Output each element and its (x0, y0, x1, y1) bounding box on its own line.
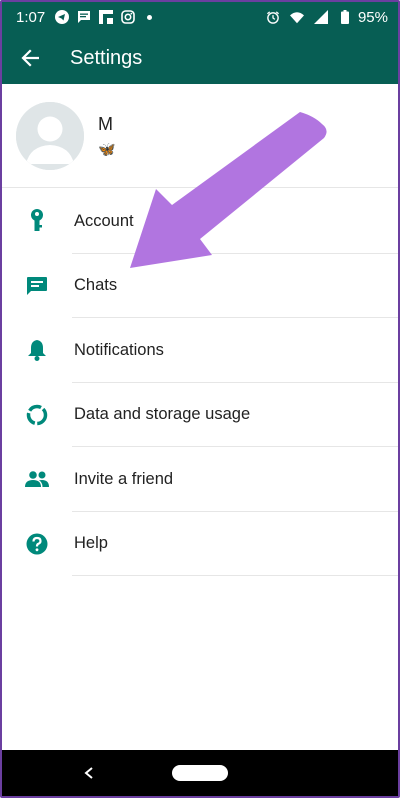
menu-item-invite[interactable]: Invite a friend (2, 447, 398, 512)
menu-label: Invite a friend (74, 469, 174, 488)
profile-info: M 🦋 (98, 114, 115, 158)
default-avatar-icon (16, 101, 84, 170)
arrow-back-icon (21, 49, 39, 67)
navigation-bar (2, 750, 398, 796)
wifi-icon (289, 10, 304, 24)
profile-row[interactable]: M 🦋 (2, 84, 398, 188)
divider (72, 575, 398, 576)
dot-icon (147, 14, 153, 20)
instagram-icon (121, 10, 136, 24)
message-icon (77, 10, 91, 24)
nav-home-button[interactable] (172, 765, 228, 781)
chevron-left-icon (84, 767, 93, 779)
page-title: Settings (70, 46, 143, 69)
status-bar: 1:07 95% (2, 2, 398, 32)
status-right: 95% (266, 9, 388, 26)
battery-percent: 95% (357, 8, 388, 26)
menu-item-notifications[interactable]: Notifications (2, 318, 398, 383)
people-icon (2, 471, 74, 488)
flipboard-icon (99, 10, 114, 24)
data-usage-icon (2, 404, 74, 426)
telegram-icon (55, 10, 70, 24)
app-bar: Settings (2, 32, 398, 84)
menu-item-data-storage[interactable]: Data and storage usage (2, 383, 398, 447)
key-icon (2, 209, 74, 233)
menu-label: Chats (74, 276, 118, 295)
menu-item-help[interactable]: Help (2, 512, 398, 576)
settings-menu: Account Chats Notifications Data and sto… (2, 189, 398, 576)
status-time: 1:07 (16, 8, 46, 26)
nav-back-button[interactable] (78, 762, 100, 784)
chat-icon (2, 276, 74, 295)
menu-label: Notifications (74, 340, 164, 359)
signal-icon (313, 10, 328, 24)
menu-label: Data and storage usage (74, 405, 251, 424)
profile-name: M (98, 114, 113, 134)
bell-icon (2, 339, 74, 362)
menu-item-chats[interactable]: Chats (2, 254, 398, 318)
profile-status: 🦋 (98, 141, 116, 157)
help-icon (2, 533, 74, 555)
back-button[interactable] (2, 32, 58, 84)
alarm-icon (266, 10, 280, 24)
menu-item-account[interactable]: Account (2, 189, 398, 254)
phone-screen: 1:07 95% Settings M 🦋 Account Chats Noti… (0, 0, 400, 798)
battery-icon (338, 10, 352, 24)
menu-label: Help (74, 534, 108, 553)
avatar[interactable] (16, 101, 84, 170)
menu-label: Account (74, 211, 134, 230)
